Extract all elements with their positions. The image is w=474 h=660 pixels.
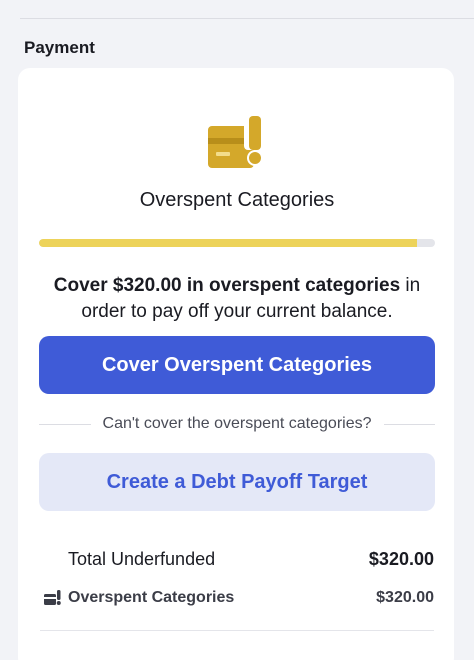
overspent-card-icon	[44, 590, 62, 606]
overspent-categories-label: Overspent Categories	[68, 589, 235, 606]
alternative-divider: Can't cover the overspent categories?	[39, 413, 436, 435]
payment-screen: Payment Overspent Categories Cover $320.…	[0, 0, 474, 660]
total-underfunded-row: Total Underfunded $320.00	[68, 549, 434, 570]
overspent-categories-amount: $320.00	[376, 589, 434, 606]
create-debt-payoff-target-button[interactable]: Create a Debt Payoff Target	[39, 453, 435, 511]
divider-line-left	[39, 423, 91, 425]
funding-progress-bar	[39, 239, 435, 247]
section-title: Payment	[24, 38, 95, 57]
cover-overspent-button[interactable]: Cover Overspent Categories	[39, 336, 435, 394]
cover-message-amount: Cover $320.00 in overspent categories	[53, 275, 401, 296]
total-underfunded-label: Total Underfunded	[68, 549, 216, 569]
status-title: Overspent Categories	[139, 189, 335, 211]
create-debt-payoff-target-label: Create a Debt Payoff Target	[106, 470, 368, 493]
overspent-categories-left: Overspent Categories	[44, 589, 234, 607]
alternative-prompt: Can't cover the overspent categories?	[102, 415, 372, 432]
total-underfunded-amount: $320.00	[368, 549, 434, 569]
overspent-categories-row: Overspent Categories $320.00	[44, 589, 434, 607]
cover-overspent-button-label: Cover Overspent Categories	[101, 353, 373, 376]
funding-progress-fill	[39, 239, 418, 247]
divider-line-right	[383, 423, 436, 425]
cover-message: Cover $320.00 in overspent categories in…	[40, 273, 434, 325]
overspent-card-alert-icon	[208, 116, 268, 174]
top-divider	[20, 18, 474, 19]
bottom-divider	[40, 630, 434, 631]
